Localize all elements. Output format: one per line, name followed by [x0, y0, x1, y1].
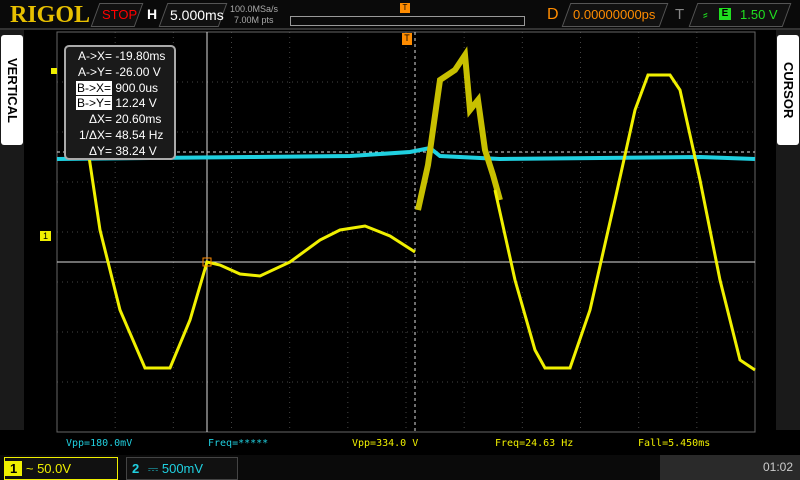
- ch1-settings[interactable]: 1 ~ 50.0V: [4, 457, 118, 480]
- dc-coupling-icon: ⎓: [147, 461, 159, 476]
- cursor-label: B->X=: [75, 80, 112, 95]
- trigger-level-marker[interactable]: [51, 68, 57, 74]
- ch1-scale: 50.0V: [37, 461, 72, 476]
- ch1-offset-marker[interactable]: 1: [40, 231, 51, 241]
- cursor-label: A->X=: [77, 49, 112, 63]
- cursor-label: A->Y=: [77, 64, 112, 79]
- cursor-label: 1/ΔX=: [78, 127, 112, 142]
- cursor-value: 48.54 Hz: [115, 127, 164, 142]
- cursor-label: ΔY=: [88, 143, 112, 158]
- measurement-vpp-ch2: Vpp=180.0mV: [66, 438, 133, 449]
- cursor-value: 38.24 V: [115, 143, 157, 158]
- measurement-vpp-ch1: Vpp=334.0 V: [352, 438, 419, 449]
- cursor-value: 12.24 V: [115, 96, 157, 111]
- ch1-number: 1: [5, 461, 23, 476]
- measurement-freq-ch1: Freq=24.63 Hz: [495, 438, 574, 449]
- cursor-value: 20.60ms: [115, 112, 162, 127]
- measurement-fall-ch1: Fall=5.450ms: [638, 438, 711, 449]
- ch2-settings[interactable]: 2 ⎓ 500mV: [126, 457, 238, 480]
- cursor-label: B->Y=: [75, 96, 112, 111]
- ac-coupling-icon: ~: [25, 461, 34, 476]
- cursor-value: -19.80ms: [115, 49, 166, 63]
- ch1-trace: [86, 149, 416, 370]
- clock: 01:02: [763, 460, 794, 474]
- cursor-value: -26.00 V: [115, 64, 161, 79]
- cursor-readout: A->X= -19.80ms A->Y= -26.00 V B->X= 900.…: [64, 45, 176, 160]
- ch2-scale: 500mV: [161, 461, 204, 476]
- bottom-bar: 1 ~ 50.0V 2 ⎓ 500mV 01:02: [0, 455, 800, 480]
- ch2-number: 2: [132, 461, 140, 476]
- cursor-label: ΔX=: [88, 112, 112, 127]
- measurement-freq-ch2: Freq=*****: [208, 438, 269, 449]
- ch1-trace-2: [493, 73, 756, 372]
- cursor-value: 900.0us: [115, 80, 159, 95]
- trigger-time-marker[interactable]: T: [402, 33, 412, 45]
